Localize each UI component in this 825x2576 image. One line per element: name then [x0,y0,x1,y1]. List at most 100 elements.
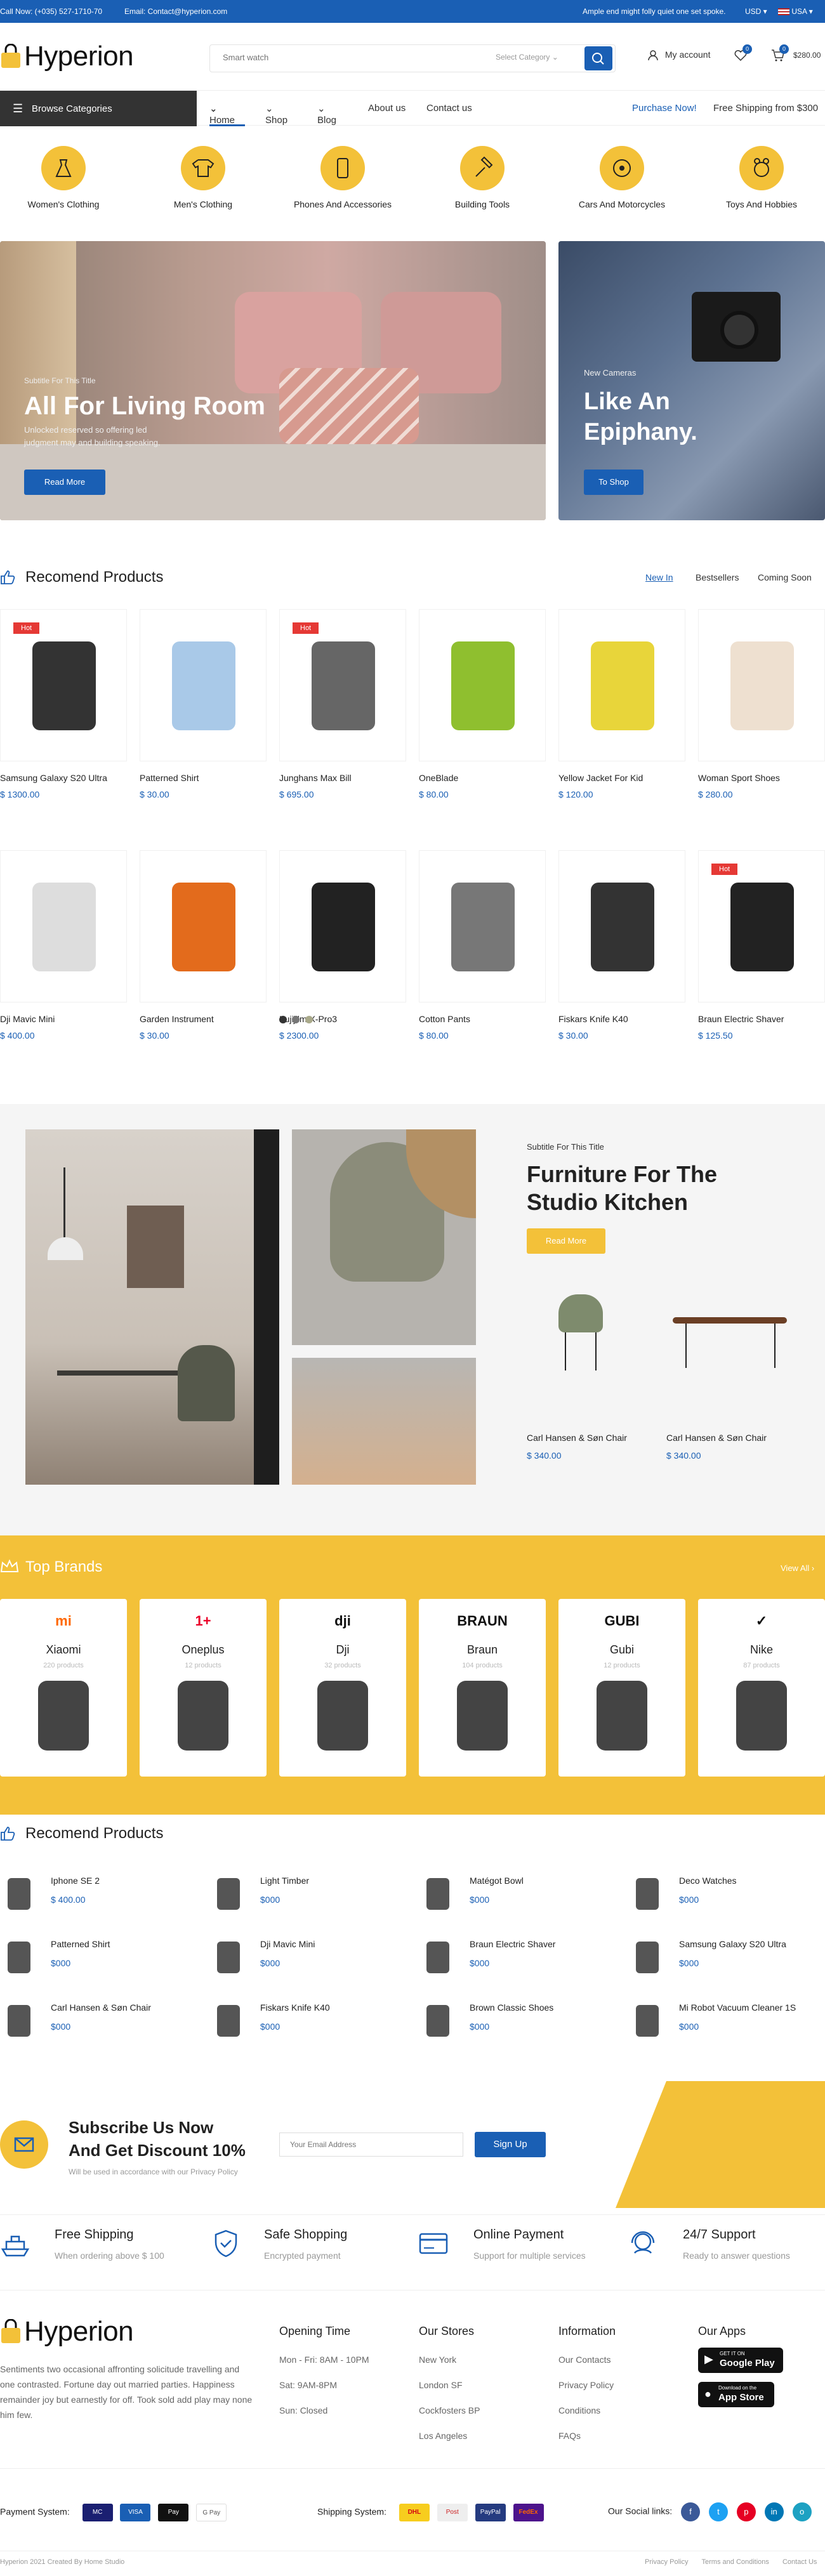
wishlist-button[interactable]: 0 [734,44,752,65]
product-name[interactable]: Fiskars Knife K40 [558,1014,685,1024]
tab-bestsellers[interactable]: Bestsellers [696,572,739,582]
list-item[interactable]: Mi Robot Vacuum Cleaner 1S $000 [628,1999,819,2043]
contact-link[interactable]: Contact Us [782,2558,817,2566]
product-card[interactable]: Hot Junghans Max Bill $ 695.00 [279,609,406,799]
currency-select[interactable]: USD ▾ [745,7,767,16]
info-link[interactable]: Privacy Policy [558,2380,616,2390]
product-card[interactable]: Fujijilm X-Pro3$ 2300.00 [279,850,406,1041]
list-item-name[interactable]: Carl Hansen & Søn Chair [51,2002,151,2013]
tab-new-in[interactable]: New In [645,572,673,582]
pinterest-icon[interactable]: p [736,2502,756,2521]
purchase-link[interactable]: Purchase Now! [632,103,697,114]
nav-shop[interactable]: Shop ⌄ [265,103,287,126]
category-men[interactable]: Men's Clothing [140,140,267,209]
furniture-read-more-button[interactable]: Read More [527,1228,605,1254]
cart-button[interactable]: 0 $280.00 [770,44,821,65]
product-name[interactable]: Samsung Galaxy S20 Ultra [0,773,127,783]
twitter-icon[interactable]: t [708,2502,728,2521]
list-item-thumb[interactable] [419,1872,457,1916]
language-select[interactable]: USA ▾ [778,7,813,16]
list-item-name[interactable]: Samsung Galaxy S20 Ultra [679,1939,786,1949]
list-item-name[interactable]: Fiskars Knife K40 [260,2002,330,2013]
product-image[interactable] [698,609,825,761]
brand-card[interactable]: mi Xiaomi 220 products [0,1599,127,1777]
store-link[interactable]: London SF [419,2380,480,2390]
product-card[interactable]: Hot Braun Electric Shaver $ 125.50 [698,850,825,1041]
list-item[interactable]: Matégot Bowl $000 [419,1872,609,1916]
brand-card[interactable]: ✓ Nike 87 products [698,1599,825,1777]
sign-up-button[interactable]: Sign Up [475,2132,546,2157]
product-image[interactable] [0,850,127,1002]
product-image[interactable] [419,609,546,761]
store-link[interactable]: Los Angeles [419,2431,480,2441]
furniture-item-name[interactable]: Carl Hansen & Søn Chair [666,1433,767,1443]
list-item[interactable]: Braun Electric Shaver $000 [419,1935,609,1980]
nav-about[interactable]: About us [368,103,406,114]
info-link[interactable]: FAQs [558,2431,616,2441]
product-card[interactable]: Cotton Pants $ 80.00 [419,850,546,1041]
list-item-name[interactable]: Mi Robot Vacuum Cleaner 1S [679,2002,796,2013]
product-image[interactable] [279,850,406,1002]
brand-card[interactable]: dji Dji 32 products [279,1599,406,1777]
email-field[interactable] [279,2132,463,2157]
other-social-icon[interactable]: o [792,2502,812,2521]
furniture-item-name[interactable]: Carl Hansen & Søn Chair [527,1433,627,1443]
nav-home[interactable]: Home ⌄ [209,103,235,126]
product-image[interactable] [419,850,546,1002]
product-card[interactable]: Garden Instrument $ 30.00 [140,850,267,1041]
product-name[interactable]: Dji Mavic Mini [0,1014,127,1024]
list-item[interactable]: Brown Classic Shoes $000 [419,1999,609,2043]
product-name[interactable]: Braun Electric Shaver [698,1014,825,1024]
list-item-thumb[interactable] [209,1872,248,1916]
info-link[interactable]: Conditions [558,2405,616,2415]
category-toys[interactable]: Toys And Hobbies [698,140,825,209]
swatch-gray[interactable] [292,1016,300,1023]
product-card[interactable]: Yellow Jacket For Kid $ 120.00 [558,609,685,799]
list-item-name[interactable]: Deco Watches [679,1876,737,1886]
account-link[interactable]: My account [647,49,710,61]
app-store-button[interactable]: ● Download on the App Store [698,2382,774,2407]
nav-contact[interactable]: Contact us [426,103,472,114]
list-item[interactable]: Samsung Galaxy S20 Ultra $000 [628,1935,819,1980]
product-card[interactable]: Hot Samsung Galaxy S20 Ultra $ 1300.00 [0,609,127,799]
product-name[interactable]: Cotton Pants [419,1014,546,1024]
product-card[interactable]: Fiskars Knife K40 $ 30.00 [558,850,685,1041]
list-item-thumb[interactable] [0,1935,38,1980]
list-item-name[interactable]: Matégot Bowl [470,1876,524,1886]
product-card[interactable]: Woman Sport Shoes $ 280.00 [698,609,825,799]
product-image[interactable] [140,850,267,1002]
list-item-thumb[interactable] [628,1872,666,1916]
list-item-thumb[interactable] [419,1935,457,1980]
browse-categories-button[interactable]: ☰ Browse Categories [0,91,197,126]
list-item[interactable]: Iphone SE 2 $ 400.00 [0,1872,190,1916]
product-name[interactable]: Patterned Shirt [140,773,267,783]
category-select[interactable]: Select Category ⌄ [496,53,558,62]
list-item-thumb[interactable] [419,1999,457,2043]
list-item-name[interactable]: Dji Mavic Mini [260,1939,315,1949]
read-more-button[interactable]: Read More [24,470,105,495]
list-item-thumb[interactable] [0,1872,38,1916]
to-shop-button[interactable]: To Shop [584,470,644,495]
product-card[interactable]: OneBlade $ 80.00 [419,609,546,799]
privacy-link[interactable]: Privacy Policy [645,2558,688,2566]
product-image[interactable] [558,850,685,1002]
brand-card[interactable]: GUBI Gubi 12 products [558,1599,685,1777]
list-item[interactable]: Fiskars Knife K40 $000 [209,1999,400,2043]
product-card[interactable]: Patterned Shirt $ 30.00 [140,609,267,799]
store-link[interactable]: New York [419,2355,480,2365]
brand-card[interactable]: BRAUN Braun 104 products [419,1599,546,1777]
list-item-thumb[interactable] [628,1935,666,1980]
list-item[interactable]: Patterned Shirt $000 [0,1935,190,1980]
list-item[interactable]: Light Timber $000 [209,1872,400,1916]
product-image[interactable] [558,609,685,761]
list-item-name[interactable]: Patterned Shirt [51,1939,110,1949]
info-link[interactable]: Our Contacts [558,2355,616,2365]
product-card[interactable]: Dji Mavic Mini $ 400.00 [0,850,127,1041]
list-item[interactable]: Deco Watches $000 [628,1872,819,1916]
list-item-name[interactable]: Braun Electric Shaver [470,1939,555,1949]
brand-card[interactable]: 1+ Oneplus 12 products [140,1599,267,1777]
search-button[interactable] [584,46,612,70]
list-item[interactable]: Dji Mavic Mini $000 [209,1935,400,1980]
search-input[interactable] [223,53,477,62]
list-item-thumb[interactable] [209,1935,248,1980]
